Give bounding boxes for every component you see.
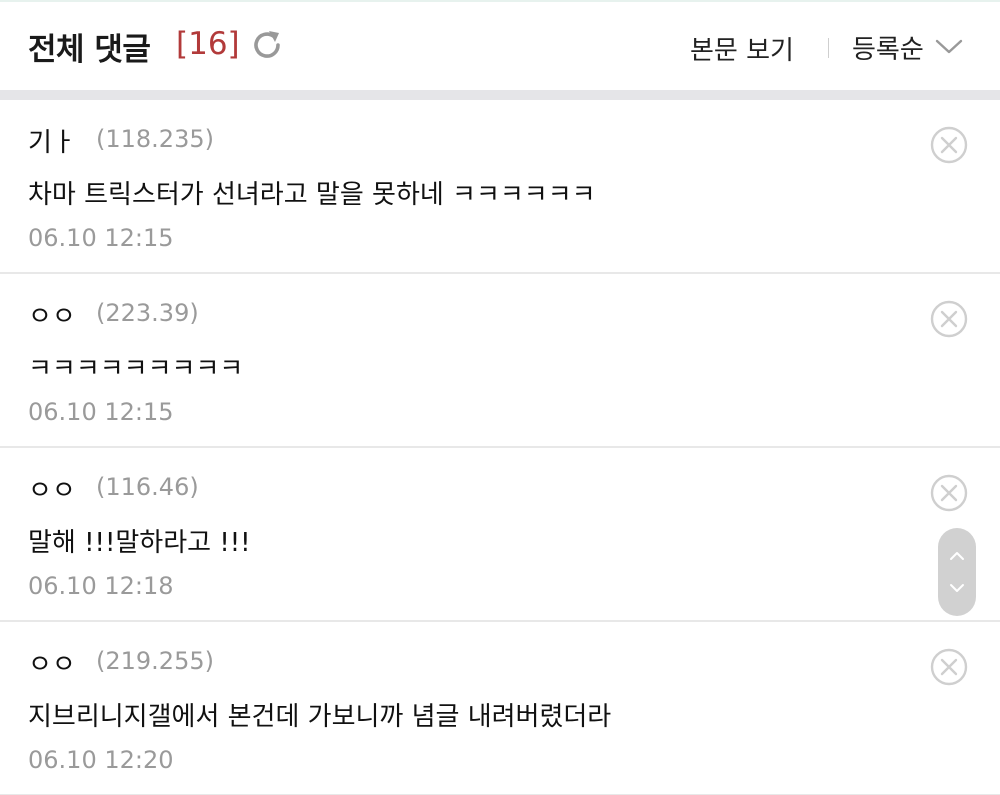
comment-ip: (219.255) [96,647,214,675]
delete-comment-icon[interactable] [928,646,970,688]
comment-date: 06.10 12:18 [28,572,174,600]
delete-comment-icon[interactable] [928,124,970,166]
delete-comment-icon[interactable] [928,472,970,514]
delete-comment-icon[interactable] [928,298,970,340]
comment-body: 차마 트릭스터가 선녀라고 말을 못하네 ㅋㅋㅋㅋㅋㅋ [28,180,596,210]
comment-nickname[interactable]: ㅇㅇ [28,470,76,507]
comment-nickname[interactable]: 기ㅏ [28,122,76,159]
comment-item: 기ㅏ (118.235) 차마 트릭스터가 선녀라고 말을 못하네 ㅋㅋㅋㅋㅋㅋ… [0,100,1000,274]
comment-body: 지브리니지갤에서 본건데 가보니까 념글 내려버렸더라 [28,702,612,732]
view-post-link[interactable]: 본문 보기 [690,30,794,67]
comment-item: ㅇㅇ (116.46) 말해 !!!말하라고 !!! 06.10 12:18 [0,448,1000,622]
header-divider [828,38,829,58]
comment-nickname[interactable]: ㅇㅇ [28,644,76,681]
chevron-down-icon[interactable] [947,578,967,598]
header-separator-band [0,90,1000,100]
comment-list: 기ㅏ (118.235) 차마 트릭스터가 선녀라고 말을 못하네 ㅋㅋㅋㅋㅋㅋ… [0,100,1000,795]
comment-item: ㅇㅇ (223.39) ㅋㅋㅋㅋㅋㅋㅋㅋㅋ 06.10 12:15 [0,274,1000,448]
sort-label: 등록순 [852,34,924,65]
sort-dropdown[interactable]: 등록순 [852,30,964,65]
comment-date: 06.10 12:15 [28,398,174,426]
chevron-up-icon[interactable] [947,546,967,566]
comment-item: ㅇㅇ (219.255) 지브리니지갤에서 본건데 가보니까 념글 내려버렸더라… [0,622,1000,795]
scroll-nav-widget [938,528,976,616]
comments-title: 전체 댓글 [28,32,151,68]
refresh-icon[interactable] [248,26,286,64]
comment-nickname[interactable]: ㅇㅇ [28,296,76,333]
comment-body: 말해 !!!말하라고 !!! [28,528,251,558]
comments-header: 전체 댓글 [16] 본문 보기 등록순 [0,0,1000,90]
comments-count: [16] [176,26,240,62]
comment-date: 06.10 12:20 [28,746,174,774]
chevron-down-icon [935,39,962,54]
comment-date: 06.10 12:15 [28,224,174,252]
comment-ip: (118.235) [96,125,214,153]
comment-body: ㅋㅋㅋㅋㅋㅋㅋㅋㅋ [28,354,244,384]
comment-ip: (116.46) [96,473,199,501]
comment-ip: (223.39) [96,299,199,327]
